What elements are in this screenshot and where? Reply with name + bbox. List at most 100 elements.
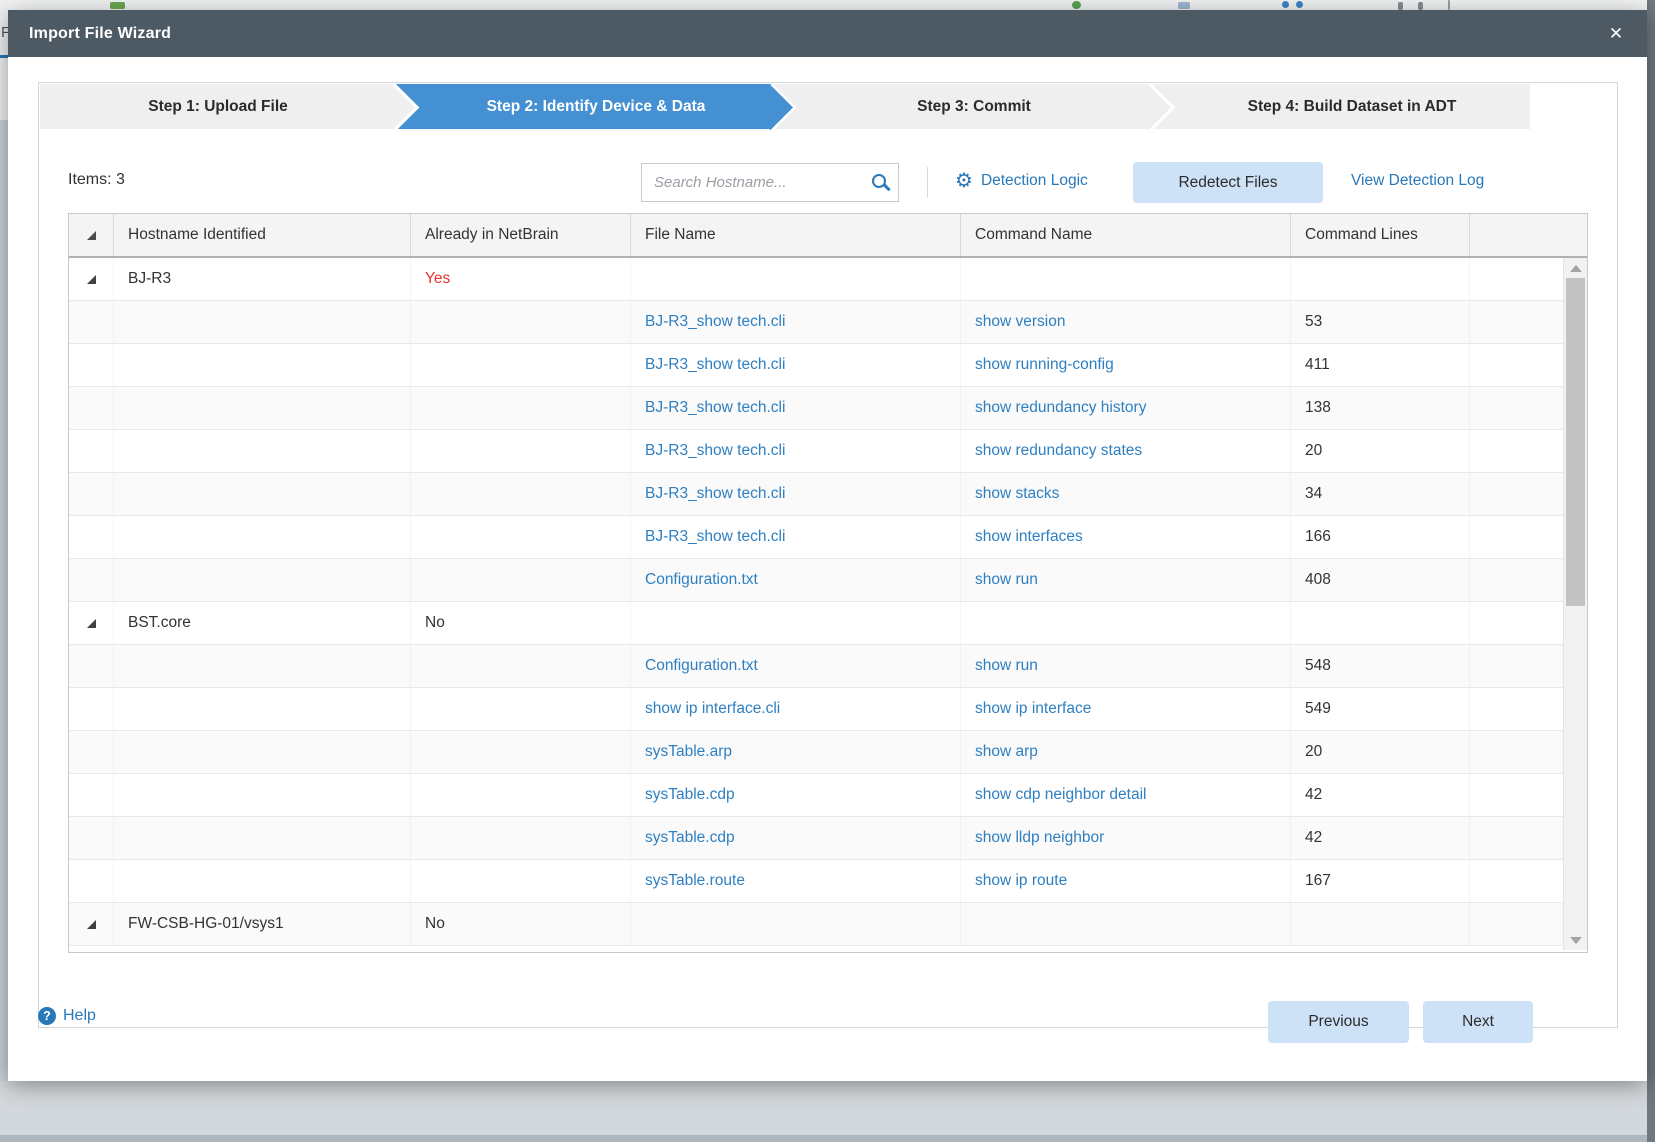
step-4-build-dataset[interactable]: Step 4: Build Dataset in ADT — [1152, 84, 1530, 129]
detail-row: sysTable.route show ip route 167 — [69, 860, 1563, 903]
command-name-cell: show arp — [961, 731, 1291, 773]
detail-row: BJ-R3_show tech.cli show redundancy state… — [69, 430, 1563, 473]
command-name-link[interactable]: show arp — [975, 743, 1038, 761]
detail-row: BJ-R3_show tech.cli show stacks 34 — [69, 473, 1563, 516]
file-name-link[interactable]: BJ-R3_show tech.cli — [645, 485, 785, 503]
grid-header-row: Hostname Identified Already in NetBrain … — [69, 214, 1587, 258]
detail-row: sysTable.cdp show cdp neighbor detail 42 — [69, 774, 1563, 817]
detail-expand-cell — [69, 774, 114, 816]
close-icon[interactable]: ✕ — [1594, 10, 1638, 57]
command-name-link[interactable]: show ip interface — [975, 700, 1091, 718]
column-header-already-in-netbrain[interactable]: Already in NetBrain — [411, 214, 631, 256]
command-name-cell: show version — [961, 301, 1291, 343]
view-detection-log-link[interactable]: View Detection Log — [1351, 172, 1484, 190]
already-in-netbrain-cell — [411, 516, 631, 558]
spacer-cell — [1470, 473, 1563, 515]
file-name-link[interactable]: sysTable.cdp — [645, 829, 735, 847]
file-name-link[interactable]: BJ-R3_show tech.cli — [645, 399, 785, 417]
hostname-cell — [114, 430, 411, 472]
scrollbar-up-icon[interactable] — [1564, 260, 1587, 276]
file-name-link[interactable]: show ip interface.cli — [645, 700, 780, 718]
detail-row: BJ-R3_show tech.cli show redundancy histo… — [69, 387, 1563, 430]
command-lines-value: 549 — [1305, 700, 1331, 717]
file-name-link[interactable]: sysTable.cdp — [645, 786, 735, 804]
hostname-cell — [114, 516, 411, 558]
command-name-link[interactable]: show lldp neighbor — [975, 829, 1104, 847]
column-header-file-name[interactable]: File Name — [631, 214, 961, 256]
redetect-files-button[interactable]: Redetect Files — [1133, 162, 1323, 203]
search-input[interactable] — [642, 164, 872, 201]
scrollbar-down-icon[interactable] — [1564, 932, 1587, 948]
already-in-netbrain-value: No — [425, 614, 445, 631]
detail-row: sysTable.cdp show lldp neighbor 42 — [69, 817, 1563, 860]
command-name-link[interactable]: show redundancy states — [975, 442, 1142, 460]
spacer-cell — [1470, 817, 1563, 859]
file-name-link[interactable]: BJ-R3_show tech.cli — [645, 528, 785, 546]
command-name-cell — [961, 602, 1291, 644]
command-name-link[interactable]: show run — [975, 571, 1038, 589]
detail-expand-cell — [69, 817, 114, 859]
column-header-command-lines[interactable]: Command Lines — [1291, 214, 1470, 256]
file-name-link[interactable]: Configuration.txt — [645, 657, 758, 675]
command-name-link[interactable]: show ip route — [975, 872, 1067, 890]
hostname-search-box — [641, 163, 899, 202]
vertical-scrollbar[interactable] — [1563, 258, 1587, 950]
dialog-titlebar: Import File Wizard ✕ — [8, 10, 1647, 57]
file-name-link[interactable]: BJ-R3_show tech.cli — [645, 313, 785, 331]
detail-expand-cell — [69, 731, 114, 773]
hostname-cell — [114, 774, 411, 816]
scrollbar-thumb[interactable] — [1566, 278, 1585, 606]
file-name-link[interactable]: BJ-R3_show tech.cli — [645, 442, 785, 460]
search-icon[interactable] — [872, 173, 886, 188]
group-expand-icon[interactable] — [86, 618, 96, 628]
next-button[interactable]: Next — [1423, 1001, 1533, 1043]
command-name-link[interactable]: show stacks — [975, 485, 1059, 503]
command-name-link[interactable]: show run — [975, 657, 1038, 675]
command-name-link[interactable]: show cdp neighbor detail — [975, 786, 1146, 804]
group-expand-icon[interactable] — [86, 274, 96, 284]
file-name-link[interactable]: Configuration.txt — [645, 571, 758, 589]
hostname-cell: BJ-R3 — [114, 258, 411, 300]
detail-row: show ip interface.cli show ip interface 54… — [69, 688, 1563, 731]
step-2-identify-device-data[interactable]: Step 2: Identify Device & Data — [396, 84, 774, 129]
spacer-cell — [1470, 645, 1563, 687]
toolbar-divider — [927, 167, 928, 198]
command-name-link[interactable]: show interfaces — [975, 528, 1083, 546]
file-name-link[interactable]: BJ-R3_show tech.cli — [645, 356, 785, 374]
column-header-command-name[interactable]: Command Name — [961, 214, 1291, 256]
file-name-link[interactable]: sysTable.arp — [645, 743, 732, 761]
file-name-cell: show ip interface.cli — [631, 688, 961, 730]
detail-row: BJ-R3_show tech.cli show interfaces 166 — [69, 516, 1563, 559]
expand-all-column-header[interactable] — [69, 214, 114, 256]
step-1-upload-file[interactable]: Step 1: Upload File — [40, 84, 396, 129]
command-lines-cell: 34 — [1291, 473, 1470, 515]
group-row: BJ-R3 Yes — [69, 258, 1563, 301]
command-lines-value: 42 — [1305, 786, 1323, 803]
already-in-netbrain-cell — [411, 473, 631, 515]
command-name-link[interactable]: show version — [975, 313, 1065, 331]
expand-all-icon[interactable] — [86, 230, 96, 240]
detail-expand-cell — [69, 645, 114, 687]
group-expand-icon[interactable] — [86, 919, 96, 929]
step-3-commit[interactable]: Step 3: Commit — [774, 84, 1152, 129]
spacer-cell — [1470, 430, 1563, 472]
detection-logic-link[interactable]: ⚙ Detection Logic — [955, 171, 1088, 191]
hostname-cell — [114, 645, 411, 687]
command-lines-cell — [1291, 258, 1470, 300]
file-name-link[interactable]: sysTable.route — [645, 872, 745, 890]
group-row: FW-CSB-HG-01/vsys1 No — [69, 903, 1563, 946]
help-link[interactable]: ? Help — [38, 1007, 96, 1025]
file-name-cell: sysTable.cdp — [631, 774, 961, 816]
detail-expand-cell — [69, 344, 114, 386]
column-header-hostname[interactable]: Hostname Identified — [114, 214, 411, 256]
command-name-link[interactable]: show redundancy history — [975, 399, 1146, 417]
command-name-cell: show run — [961, 559, 1291, 601]
command-lines-cell: 42 — [1291, 774, 1470, 816]
command-name-link[interactable]: show running-config — [975, 356, 1114, 374]
detail-expand-cell — [69, 688, 114, 730]
command-name-cell: show stacks — [961, 473, 1291, 515]
command-lines-value: 34 — [1305, 485, 1323, 502]
spacer-cell — [1470, 860, 1563, 902]
previous-button[interactable]: Previous — [1268, 1001, 1409, 1043]
command-name-cell: show ip route — [961, 860, 1291, 902]
